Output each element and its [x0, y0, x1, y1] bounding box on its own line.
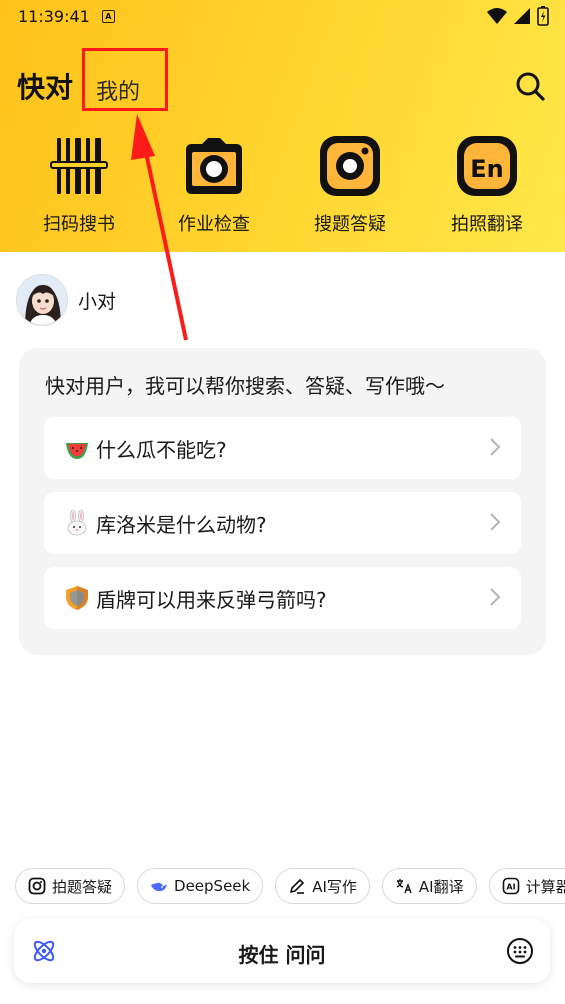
chip-label: DeepSeek: [174, 877, 251, 895]
tool-homework-check[interactable]: 作业检查: [154, 134, 274, 236]
svg-text:En: En: [470, 155, 503, 183]
camera-icon: [28, 877, 46, 895]
status-bar: 11:39:41 A: [0, 0, 565, 32]
assistant-row: 小对: [16, 270, 116, 330]
notification-a-icon: A: [101, 9, 115, 23]
ai-icon: AI: [502, 877, 519, 895]
signal-icon: [514, 8, 530, 24]
tool-scan-book[interactable]: 扫码搜书: [19, 134, 139, 236]
tool-label: 搜题答疑: [314, 214, 386, 235]
chip-label: 拍题答疑: [52, 877, 113, 896]
chevron-right-icon: [490, 588, 501, 606]
status-time: 11:39:41: [18, 6, 90, 26]
tool-search-question[interactable]: 搜题答疑: [290, 134, 410, 236]
voice-input-bar[interactable]: 按住 问问: [14, 919, 550, 983]
chevron-right-icon: [490, 513, 501, 531]
chip-ai-translate[interactable]: AI翻译: [381, 868, 477, 904]
highlight-box: [82, 48, 168, 111]
whale-icon: [151, 882, 168, 892]
chip-ai-writing[interactable]: AI写作: [275, 868, 370, 904]
wifi-icon: [487, 8, 507, 24]
tool-photo-translate[interactable]: En 拍照翻译: [427, 134, 547, 236]
keyboard-icon[interactable]: [506, 937, 534, 965]
chip-calculator[interactable]: AI 计算器: [488, 868, 565, 904]
camera-icon: [186, 138, 242, 194]
pen-icon: [290, 879, 305, 894]
lens-icon: [320, 136, 380, 196]
search-icon[interactable]: [512, 68, 548, 104]
chip-photo-question[interactable]: 拍题答疑: [15, 868, 126, 904]
status-icons: [487, 6, 549, 26]
suggestion-item[interactable]: 什么瓜不能吃?: [44, 417, 521, 479]
tool-label: 拍照翻译: [451, 214, 523, 235]
tool-row: 扫码搜书 作业检查 搜题答疑 En 拍照翻译: [0, 134, 565, 244]
battery-icon: [537, 6, 549, 26]
tool-label: 扫码搜书: [43, 214, 115, 235]
chip-label: 计算器: [525, 877, 565, 896]
en-translate-icon: En: [457, 136, 517, 196]
suggestion-text: 库洛米是什么动物?: [96, 512, 267, 537]
chip-deepseek[interactable]: DeepSeek: [137, 868, 264, 904]
app-title: 快对: [17, 71, 74, 104]
assistant-name: 小对: [78, 290, 117, 313]
hold-to-ask-label[interactable]: 按住 问问: [14, 939, 550, 968]
shield-icon: [66, 586, 88, 610]
rabbit-icon: [67, 510, 87, 536]
tool-label: 作业检查: [178, 214, 250, 235]
quick-chips: 拍题答疑 DeepSeek AI写作 AI翻译 AI 计算器: [15, 868, 565, 904]
suggestion-text: 什么瓜不能吃?: [96, 437, 227, 462]
svg-text:AI: AI: [506, 883, 515, 892]
suggestion-text: 盾牌可以用来反弹弓箭吗?: [96, 587, 327, 612]
watermelon-icon: [66, 443, 88, 459]
chip-label: AI写作: [312, 877, 357, 896]
suggestion-item[interactable]: 盾牌可以用来反弹弓箭吗?: [44, 567, 521, 629]
chip-label: AI翻译: [418, 877, 464, 896]
avatar: [16, 274, 68, 326]
avatar-girl-icon: [17, 275, 67, 325]
greeting-text: 快对用户，我可以帮你搜索、答疑、写作哦～: [45, 374, 445, 398]
translate-icon: [396, 879, 412, 894]
greeting-card: 快对用户，我可以帮你搜索、答疑、写作哦～ 什么瓜不能吃? 库洛米是什么动物? 盾…: [19, 348, 546, 655]
suggestion-item[interactable]: 库洛米是什么动物?: [44, 492, 521, 554]
barcode-icon: [50, 138, 108, 194]
chevron-right-icon: [490, 438, 501, 456]
